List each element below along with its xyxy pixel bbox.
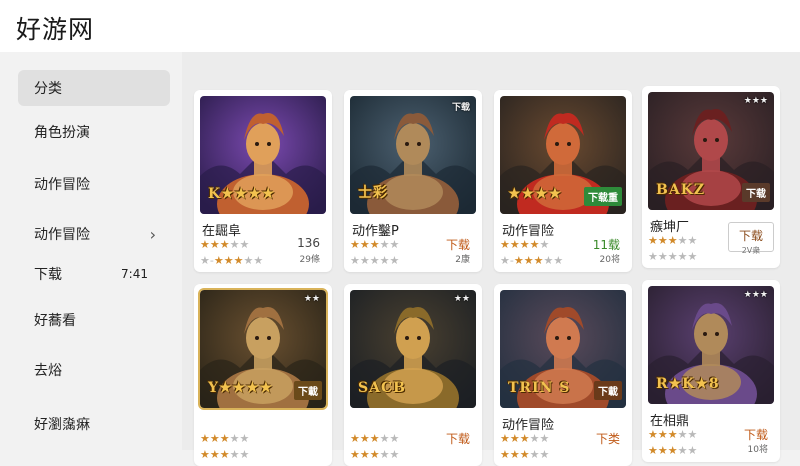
- sidebar-item-time: 7:41: [121, 267, 148, 281]
- sidebar-item-label: 角色扮演: [34, 125, 90, 141]
- rating-stars: ★★★★★: [200, 432, 250, 445]
- game-cover-image[interactable]: 下载士彩: [350, 96, 476, 214]
- sidebar-item-rpg[interactable]: 角色扮演: [18, 114, 170, 150]
- sidebar-item-action-adventure-expand[interactable]: 动作冒险 ›: [18, 216, 170, 252]
- rating-stars: ★★★★★: [648, 428, 698, 441]
- game-title: 动作冒险: [502, 418, 555, 433]
- download-metric[interactable]: 下载: [744, 426, 768, 443]
- rating-stars-secondary: ★★★★★: [350, 254, 400, 267]
- sidebar: 分类 角色扮演 动作冒险 动作冒险 › 下载 7:41 好蕎看 去焀 好瀏濷痳: [0, 52, 182, 450]
- sidebar-item-action-adventure[interactable]: 动作冒险: [18, 166, 170, 202]
- sidebar-item-label: 好瀏濷痳: [34, 417, 90, 433]
- cover-badge: ★★: [453, 294, 470, 304]
- download-count: 2康: [455, 255, 470, 265]
- cover-download-tag[interactable]: 下載: [594, 381, 622, 400]
- sidebar-item-good-look[interactable]: 好蕎看: [18, 302, 170, 338]
- rating-stars: ★★★★★: [500, 432, 550, 445]
- game-cover-image[interactable]: ★★★ BAKZ 下载: [648, 92, 774, 210]
- game-card[interactable]: ★★ Y★★★★ 下載 ★★★★★ ★★★★★: [194, 284, 332, 466]
- cover-badge: ★★★: [743, 96, 768, 106]
- download-button[interactable]: 下载 2V衆: [728, 222, 774, 255]
- app-title: 好游网: [16, 15, 95, 44]
- sidebar-item-label: 动作冒险: [34, 227, 90, 243]
- rating-stars-secondary: ★-★★★★★: [200, 254, 264, 267]
- game-card[interactable]: K★★★★ 在镼阜 ★★★★★ ★-★★★★★ 136 29條: [194, 90, 332, 272]
- sidebar-item-label: 分类: [34, 81, 62, 97]
- rating-stars: ★★★★★: [350, 432, 400, 445]
- game-cover-image[interactable]: TRIN S 下載: [500, 290, 626, 408]
- sidebar-item-download[interactable]: 下载 7:41: [18, 256, 170, 292]
- game-cover-image[interactable]: ★★★ R★K★8: [648, 286, 774, 404]
- sidebar-item-more[interactable]: 好瀏濷痳: [18, 406, 170, 442]
- cover-title-logo: TRIN S: [508, 380, 571, 396]
- rating-stars: ★★★★★: [350, 238, 400, 251]
- cover-title-logo: R★K★8: [656, 376, 720, 392]
- cover-download-tag[interactable]: 下载重: [584, 187, 622, 206]
- game-title: 动作鑿P: [352, 224, 399, 239]
- cover-download-tag[interactable]: 下載: [294, 381, 322, 400]
- game-cover-image[interactable]: ★★ SACB: [350, 290, 476, 408]
- cover-title-logo: K★★★★: [208, 186, 276, 202]
- sidebar-item-go[interactable]: 去焀: [18, 352, 170, 388]
- rating-stars: ★★★★★: [500, 238, 550, 251]
- download-metric[interactable]: 下载: [446, 430, 470, 447]
- game-title: 瘯坤厂: [650, 220, 690, 235]
- cover-title-logo: ★★★★: [508, 186, 563, 202]
- download-count: 29條: [299, 255, 320, 265]
- app-header: 好游网: [0, 0, 800, 52]
- sidebar-item-label: 下载: [34, 267, 62, 283]
- game-card[interactable]: ★★★ R★K★8 在相鼎 ★★★★★ ★★★★★ 下载 10将: [642, 280, 780, 462]
- game-card[interactable]: ★★ SACB ★★★★★ ★★★★★ 下载: [344, 284, 482, 466]
- game-cover-image[interactable]: K★★★★: [200, 96, 326, 214]
- download-count: 10将: [747, 445, 768, 455]
- download-count: 20将: [599, 255, 620, 265]
- rating-stars-secondary: ★-★★★★★: [500, 254, 564, 267]
- rating-stars-secondary: ★★★★★: [648, 444, 698, 457]
- game-grid: K★★★★ 在镼阜 ★★★★★ ★-★★★★★ 136 29條 下载 士彩 动作鑿P ★★★★★ ★…: [182, 52, 800, 466]
- chevron-right-icon: ›: [149, 224, 156, 244]
- cover-download-tag[interactable]: 下载: [742, 183, 770, 202]
- cover-title-logo: Y★★★★: [208, 380, 274, 396]
- download-metric[interactable]: 136: [297, 236, 320, 250]
- sidebar-item-label: 去焀: [34, 363, 62, 379]
- cover-badge: ★★: [303, 294, 320, 304]
- game-title: 在镼阜: [202, 224, 242, 239]
- rating-stars: ★★★★★: [200, 238, 250, 251]
- rating-stars-secondary: ★★★★★: [648, 250, 698, 263]
- game-card[interactable]: TRIN S 下載 动作冒险 ★★★★★ ★★★★★ 下类: [494, 284, 632, 466]
- cover-badge: ★★★: [743, 290, 768, 300]
- sidebar-item-label: 动作冒险: [34, 177, 90, 193]
- cover-title-logo: 士彩: [358, 185, 388, 201]
- download-metric[interactable]: 下载: [446, 236, 470, 253]
- cover-title-logo: SACB: [358, 380, 406, 396]
- download-metric[interactable]: 11载: [593, 236, 620, 253]
- sidebar-item-label: 好蕎看: [34, 313, 76, 329]
- game-cover-image[interactable]: ★★ Y★★★★ 下載: [198, 288, 328, 410]
- sidebar-item-category[interactable]: 分类: [18, 70, 170, 106]
- game-title: 在相鼎: [650, 414, 690, 429]
- game-title: 动作冒险: [502, 224, 555, 239]
- game-card[interactable]: 下载 士彩 动作鑿P ★★★★★ ★★★★★ 下载 2康: [344, 90, 482, 272]
- game-card[interactable]: ★★★ BAKZ 下载 瘯坤厂 ★★★★★ ★★★★★ 下载 2V衆: [642, 86, 780, 268]
- download-metric[interactable]: 下类: [596, 430, 620, 447]
- rating-stars: ★★★★★: [648, 234, 698, 247]
- game-cover-image[interactable]: ★★★★ 下载重: [500, 96, 626, 214]
- cover-badge: 下载: [451, 103, 470, 113]
- cover-title-logo: BAKZ: [656, 182, 706, 198]
- game-card[interactable]: ★★★★ 下载重动作冒险 ★★★★★ ★-★★★★★ 11载 20将: [494, 90, 632, 272]
